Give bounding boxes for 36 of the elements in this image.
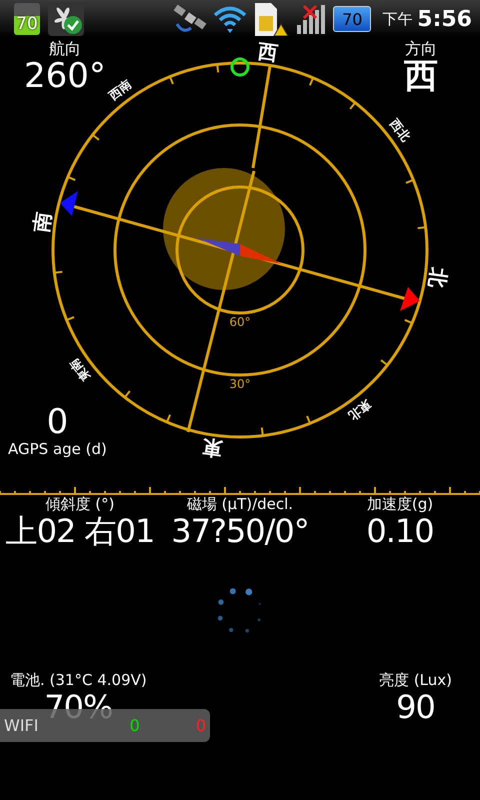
reading-value: 90	[396, 689, 435, 726]
heading-label: 航向	[48, 40, 81, 58]
satellite-icon	[173, 4, 208, 34]
reading-value: 70%	[44, 689, 112, 726]
battery-level-text: 70	[342, 10, 362, 28]
compass-direction-label: 南	[30, 210, 54, 234]
compass-direction-label: 西	[256, 40, 280, 64]
reading-label: 加速度(g)	[366, 496, 434, 514]
wifi-label: WIFI	[4, 716, 40, 736]
reading-value: 37?50/0°	[171, 513, 309, 550]
wifi-count: 0	[130, 716, 140, 736]
reading-label: 磁場 (µT)/decl.	[186, 496, 294, 514]
compass-direction-label: 西南	[106, 78, 133, 102]
compass-direction-label: 東北	[347, 398, 374, 422]
wifi-icon	[212, 4, 248, 34]
sim-card-warning-icon	[253, 2, 290, 36]
compass-direction-label: 東南	[68, 357, 92, 384]
direction-label: 方向	[405, 40, 437, 58]
compass-direction-label: 西北	[388, 116, 412, 143]
elevation-label: 60°	[229, 316, 251, 328]
direction-value: 西	[404, 58, 438, 95]
clock-time: 5:56	[417, 6, 472, 32]
compass-direction-label: 東	[200, 436, 224, 460]
reading-value: 上02 右01	[6, 513, 154, 550]
am-pm-text: 下午	[382, 10, 412, 28]
reading-label: 亮度 (Lux)	[379, 672, 452, 690]
compass-direction-label: 北	[426, 266, 450, 290]
reading-label: 傾斜度 (°)	[46, 496, 114, 514]
agps-age-label: AGPS age (d)	[8, 441, 107, 458]
elevation-label: 30°	[229, 378, 251, 390]
battery-level-text: 70	[16, 13, 38, 35]
wifi-count: 0	[196, 716, 206, 736]
agps-age-value: 0	[46, 404, 68, 442]
heading-value: 260°	[24, 58, 106, 95]
reading-label: 電池. (31°C 4.09V)	[10, 672, 147, 690]
reading-value: 0.10	[366, 513, 434, 550]
